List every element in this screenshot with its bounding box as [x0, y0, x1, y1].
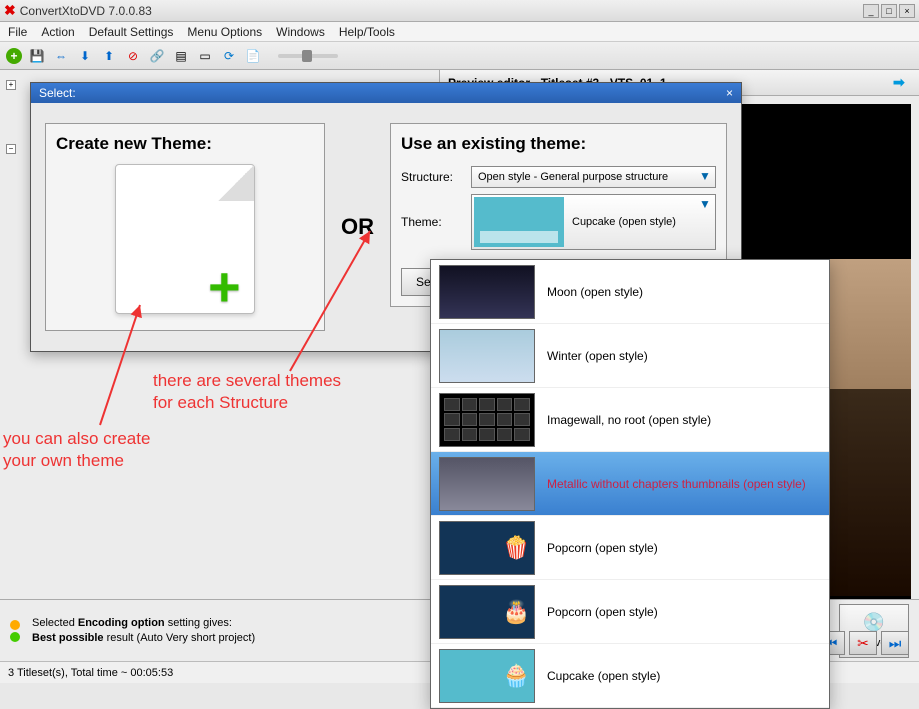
existing-heading: Use an existing theme:: [401, 134, 716, 154]
dialog-close-icon[interactable]: ×: [726, 86, 733, 100]
toolbar: + 💾 ⇔ ⬇ ⬆ ⊘ 🔗 ▤ ▭ ⟳ 📄: [0, 42, 919, 70]
theme-option[interactable]: 🎂 Popcorn (open style): [431, 580, 829, 644]
create-theme-box[interactable]: Create new Theme: +: [45, 123, 325, 331]
status-lights: [10, 620, 20, 642]
menubar: File Action Default Settings Menu Option…: [0, 22, 919, 42]
up-icon[interactable]: ⬆: [100, 47, 118, 65]
window-title: ConvertXtoDVD 7.0.0.83: [20, 4, 863, 18]
theme-thumb: [439, 329, 535, 383]
chevron-down-icon: ▼: [697, 197, 713, 213]
cut-button[interactable]: ✂: [849, 631, 877, 655]
dialog-title-text: Select:: [39, 86, 76, 100]
theme-value: Cupcake (open style): [572, 216, 676, 228]
theme-thumb: [439, 265, 535, 319]
structure-combo[interactable]: Open style - General purpose structure ▼: [471, 166, 716, 188]
theme-option-label: Imagewall, no root (open style): [547, 413, 711, 427]
app-icon: ✖: [4, 2, 16, 19]
theme-option[interactable]: 🍿 Popcorn (open style): [431, 516, 829, 580]
status-text: 3 Titleset(s), Total time ~ 00:05:53: [8, 667, 173, 679]
theme-option[interactable]: Imagewall, no root (open style): [431, 388, 829, 452]
theme-option[interactable]: 🧁 Cupcake (open style): [431, 644, 829, 708]
theme-thumb: [439, 457, 535, 511]
preview-next-icon[interactable]: ➡: [893, 74, 911, 92]
theme-dropdown: Moon (open style) Winter (open style) Imag…: [430, 259, 830, 709]
structure-label: Structure:: [401, 170, 471, 184]
or-label: OR: [335, 214, 380, 240]
theme-option-label: Popcorn (open style): [547, 605, 658, 619]
menu-menu-options[interactable]: Menu Options: [187, 25, 262, 39]
plus-icon: +: [208, 267, 258, 317]
new-document-icon: +: [115, 164, 255, 314]
theme-option-label: Metallic without chapters thumbnails (op…: [547, 477, 806, 491]
menu-help-tools[interactable]: Help/Tools: [339, 25, 395, 39]
delete-icon[interactable]: ⊘: [124, 47, 142, 65]
chevron-down-icon: ▼: [697, 169, 713, 185]
theme-option[interactable]: Moon (open style): [431, 260, 829, 324]
theme-option-label: Popcorn (open style): [547, 541, 658, 555]
link-icon[interactable]: 🔗: [148, 47, 166, 65]
menu-windows[interactable]: Windows: [276, 25, 325, 39]
titlebar: ✖ ConvertXtoDVD 7.0.0.83 _ □ ×: [0, 0, 919, 22]
list-icon[interactable]: ▤: [172, 47, 190, 65]
create-heading: Create new Theme:: [56, 134, 314, 154]
screen-icon[interactable]: ▭: [196, 47, 214, 65]
menu-default-settings[interactable]: Default Settings: [89, 25, 174, 39]
theme-option[interactable]: Metallic without chapters thumbnails (op…: [431, 452, 829, 516]
zoom-slider[interactable]: [278, 54, 338, 58]
theme-thumb: 🧁: [439, 649, 535, 703]
window-controls: _ □ ×: [863, 4, 915, 18]
refresh-icon[interactable]: ⟳: [220, 47, 238, 65]
save-icon[interactable]: 💾: [28, 47, 46, 65]
theme-combo[interactable]: Cupcake (open style) ▼: [471, 194, 716, 250]
theme-option-label: Moon (open style): [547, 285, 643, 299]
convert-icon: 💿: [863, 612, 885, 633]
tree-expand-1[interactable]: +: [6, 80, 16, 90]
theme-thumb: 🎂: [439, 585, 535, 639]
close-button[interactable]: ×: [899, 4, 915, 18]
menu-action[interactable]: Action: [41, 25, 74, 39]
add-icon[interactable]: +: [6, 48, 22, 64]
next-clip-button[interactable]: ⏭: [881, 631, 909, 655]
theme-thumb: [439, 393, 535, 447]
transport-controls: ⏮ ✂ ⏭: [817, 631, 909, 655]
menu-file[interactable]: File: [8, 25, 27, 39]
tree-collapse-1[interactable]: −: [6, 144, 16, 154]
theme-option[interactable]: Winter (open style): [431, 324, 829, 388]
expand-icon[interactable]: ⇔: [52, 47, 70, 65]
minimize-button[interactable]: _: [863, 4, 879, 18]
dialog-titlebar: Select: ×: [31, 83, 741, 103]
down-icon[interactable]: ⬇: [76, 47, 94, 65]
maximize-button[interactable]: □: [881, 4, 897, 18]
theme-thumb: 🍿: [439, 521, 535, 575]
theme-option-label: Winter (open style): [547, 349, 648, 363]
doc-icon[interactable]: 📄: [244, 47, 262, 65]
theme-label: Theme:: [401, 215, 471, 229]
theme-option-label: Cupcake (open style): [547, 669, 660, 683]
theme-thumb: [474, 197, 564, 247]
encoding-text: Selected Encoding option setting gives: …: [32, 616, 255, 645]
structure-value: Open style - General purpose structure: [478, 171, 668, 183]
